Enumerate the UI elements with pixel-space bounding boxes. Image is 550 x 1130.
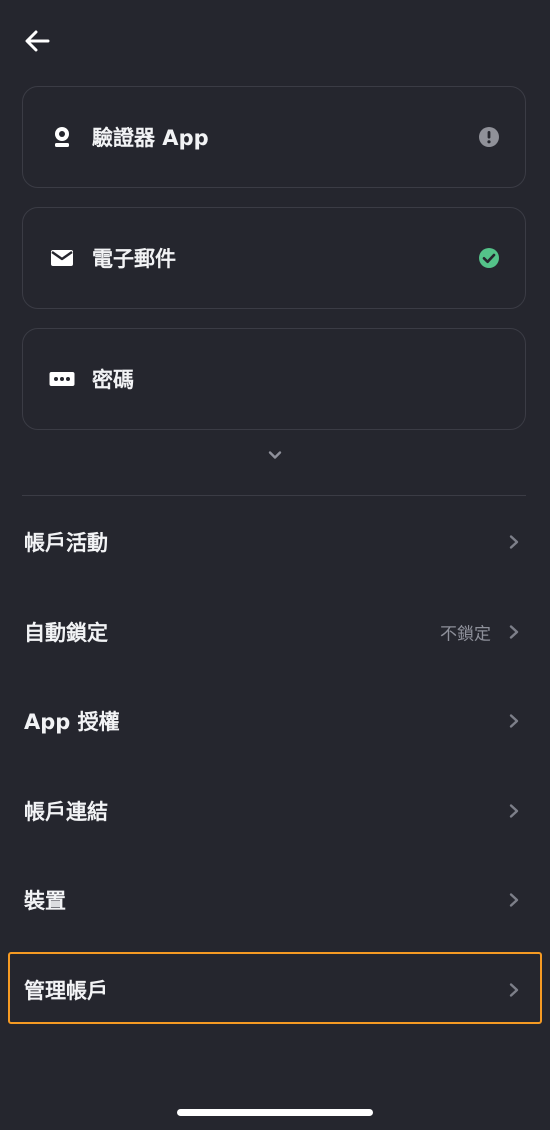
home-indicator[interactable] — [177, 1109, 373, 1116]
menu-item-label: 管理帳戶 — [24, 979, 108, 1003]
menu-item-account-links[interactable]: 帳戶連結 — [0, 773, 550, 849]
menu-item-app-authorization[interactable]: App 授權 — [0, 683, 550, 759]
authenticator-app-label: 驗證器 App — [92, 126, 209, 150]
mail-icon — [49, 245, 75, 271]
menu-item-label: 帳戶連結 — [24, 800, 108, 824]
chevron-right-icon — [509, 535, 519, 549]
menu-item-manage-account[interactable]: 管理帳戶 — [0, 952, 550, 1028]
chevron-right-icon — [509, 625, 519, 639]
arrow-left-icon — [25, 30, 50, 52]
menu-item-auto-lock[interactable]: 自動鎖定 不鎖定 — [0, 594, 550, 670]
password-label: 密碼 — [92, 368, 134, 392]
chevron-right-icon — [509, 804, 519, 818]
check-circle-icon — [479, 248, 499, 268]
menu-item-label: 帳戶活動 — [24, 531, 108, 555]
email-card[interactable]: 電子郵件 — [22, 207, 526, 309]
authenticator-app-card[interactable]: 驗證器 App — [22, 86, 526, 188]
menu-item-account-activity[interactable]: 帳戶活動 — [0, 504, 550, 580]
exclamation-circle-icon — [479, 127, 499, 147]
password-card[interactable]: 密碼 — [22, 328, 526, 430]
menu-item-label: App 授權 — [24, 710, 120, 734]
email-label: 電子郵件 — [92, 247, 176, 271]
menu-item-label: 自動鎖定 — [24, 621, 108, 645]
password-icon — [49, 366, 75, 392]
menu-item-devices[interactable]: 裝置 — [0, 862, 550, 938]
back-button[interactable] — [22, 26, 52, 56]
authenticator-icon — [49, 124, 75, 150]
chevron-down-icon[interactable] — [266, 446, 284, 464]
auto-lock-value: 不鎖定 — [440, 624, 491, 645]
menu-item-label: 裝置 — [24, 889, 66, 913]
chevron-right-icon — [509, 893, 519, 907]
section-divider — [22, 495, 526, 496]
chevron-right-icon — [509, 714, 519, 728]
chevron-right-icon — [509, 983, 519, 997]
